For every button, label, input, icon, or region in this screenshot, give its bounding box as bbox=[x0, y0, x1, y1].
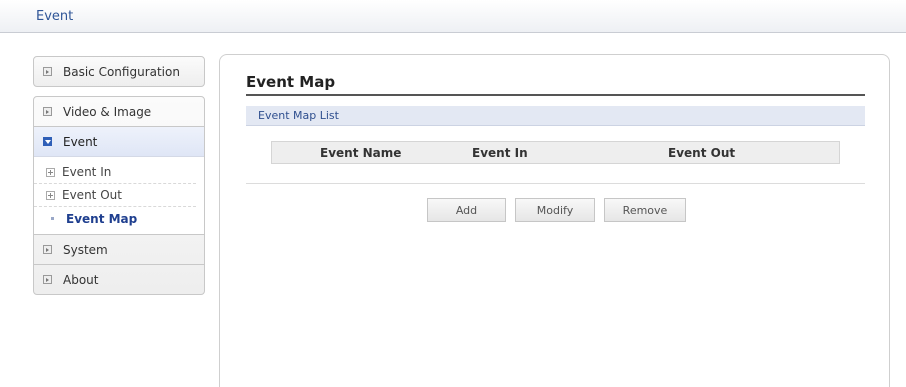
expand-arrow-icon bbox=[43, 275, 52, 284]
sidebar-item-label: Basic Configuration bbox=[63, 64, 180, 79]
submenu-item-event-map[interactable]: Event Map bbox=[34, 207, 196, 230]
expand-arrow-icon bbox=[43, 107, 52, 116]
submenu-label: Event In bbox=[62, 165, 112, 179]
sidebar-group: Video & Image Event Event In Event Out E… bbox=[33, 96, 205, 295]
sidebar-item-label: System bbox=[63, 242, 108, 257]
column-header-event-name: Event Name bbox=[320, 146, 402, 160]
remove-button[interactable]: Remove bbox=[604, 198, 686, 222]
top-header: Event bbox=[0, 0, 906, 33]
sidebar-item-system[interactable]: System bbox=[34, 235, 204, 264]
submenu-item-event-out[interactable]: Event Out bbox=[34, 184, 196, 207]
collapse-arrow-icon bbox=[43, 137, 52, 146]
column-header-event-in: Event In bbox=[472, 146, 528, 160]
sidebar-item-label: Video & Image bbox=[63, 104, 152, 119]
sidebar-item-label: About bbox=[63, 272, 99, 287]
submenu-label: Event Out bbox=[62, 188, 122, 202]
event-submenu: Event In Event Out Event Map bbox=[34, 156, 204, 234]
sidebar-item-about[interactable]: About bbox=[34, 265, 204, 294]
sidebar-item-label: Event bbox=[63, 134, 98, 149]
plus-icon bbox=[46, 190, 55, 200]
modify-button[interactable]: Modify bbox=[515, 198, 595, 222]
expand-arrow-icon bbox=[43, 67, 52, 76]
section-divider bbox=[246, 183, 865, 184]
header-title: Event bbox=[36, 9, 74, 24]
sidebar-item-video-image[interactable]: Video & Image bbox=[34, 97, 204, 126]
section-header: Event Map List bbox=[246, 106, 865, 126]
column-header-event-out: Event Out bbox=[668, 146, 736, 160]
sidebar-item-basic-configuration[interactable]: Basic Configuration bbox=[33, 56, 205, 87]
submenu-item-event-in[interactable]: Event In bbox=[34, 161, 196, 184]
event-map-table-header: Event Name Event In Event Out bbox=[271, 141, 840, 164]
plus-icon bbox=[46, 167, 55, 177]
expand-arrow-icon bbox=[43, 245, 52, 254]
main-panel: Event Map Event Map List Event Name Even… bbox=[219, 54, 890, 387]
page-title: Event Map bbox=[246, 73, 336, 91]
bullet-icon bbox=[51, 217, 54, 220]
title-divider bbox=[246, 94, 865, 96]
submenu-label: Event Map bbox=[66, 211, 138, 226]
sidebar-item-event[interactable]: Event bbox=[34, 127, 204, 156]
add-button[interactable]: Add bbox=[427, 198, 506, 222]
